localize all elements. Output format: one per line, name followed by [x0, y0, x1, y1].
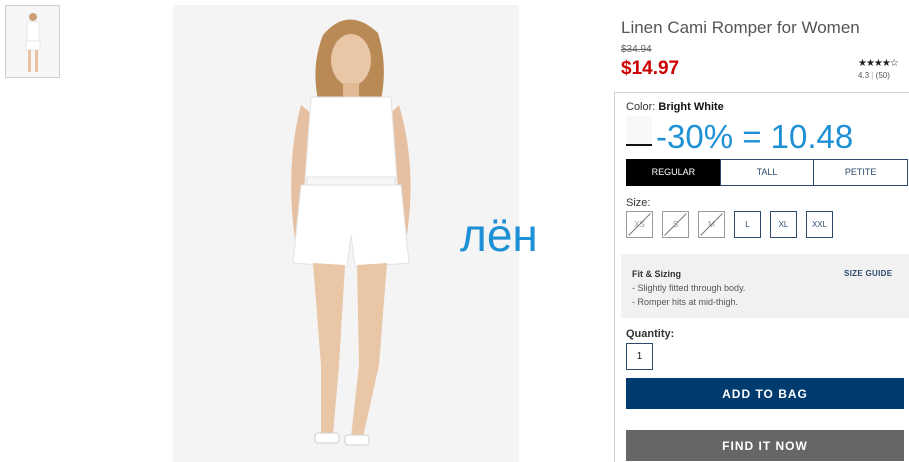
size-option-xs[interactable]: XS — [626, 211, 653, 238]
size-option-s[interactable]: S — [662, 211, 689, 238]
original-price: $34.94 — [621, 44, 652, 55]
size-option-xl[interactable]: XL — [770, 211, 797, 238]
panel-divider-top — [614, 92, 909, 93]
product-title: Linen Cami Romper for Women — [621, 18, 860, 37]
add-to-bag-button[interactable]: ADD TO BAG — [626, 378, 904, 409]
fit-detail-2: - Romper hits at mid-thigh. — [632, 297, 739, 307]
size-guide-link[interactable]: SIZE GUIDE — [844, 269, 892, 278]
size-option-l[interactable]: L — [734, 211, 761, 238]
color-label: Color: Bright White — [626, 101, 724, 113]
quantity-input[interactable]: 1 — [626, 343, 653, 370]
rating-summary[interactable]: 4.3 | (50) — [858, 71, 890, 80]
thumbnail-figure — [6, 6, 59, 77]
color-label-text: Color: — [626, 101, 656, 113]
tab-regular[interactable]: REGULAR — [626, 159, 721, 186]
tab-petite[interactable]: PETITE — [813, 159, 909, 186]
quantity-label: Quantity: — [626, 328, 675, 340]
color-swatch-bright-white[interactable] — [626, 116, 652, 146]
panel-divider-left — [614, 92, 615, 462]
fit-tabs: REGULAR TALL PETITE — [626, 159, 909, 186]
size-label: Size: — [626, 197, 651, 209]
color-value: Bright White — [658, 101, 724, 113]
rating-count: (50) — [875, 71, 890, 80]
overlay-fabric-text: лён — [460, 209, 538, 261]
size-options: XS S M L XL XXL — [626, 211, 833, 238]
rating-stars-icon[interactable]: ★★★★☆ — [858, 58, 899, 69]
size-option-xxl[interactable]: XXL — [806, 211, 833, 238]
overlay-discount-text: -30% = 10.48 — [656, 118, 854, 155]
product-thumbnail[interactable] — [5, 5, 60, 78]
tab-tall[interactable]: TALL — [719, 159, 815, 186]
find-it-now-button[interactable]: FIND IT NOW — [626, 430, 904, 461]
fit-detail-1: - Slightly fitted through body. — [632, 283, 746, 293]
sale-price: $14.97 — [621, 58, 680, 79]
fit-sizing-heading: Fit & Sizing — [632, 269, 681, 279]
size-option-m[interactable]: M — [698, 211, 725, 238]
rating-value: 4.3 — [858, 71, 870, 80]
